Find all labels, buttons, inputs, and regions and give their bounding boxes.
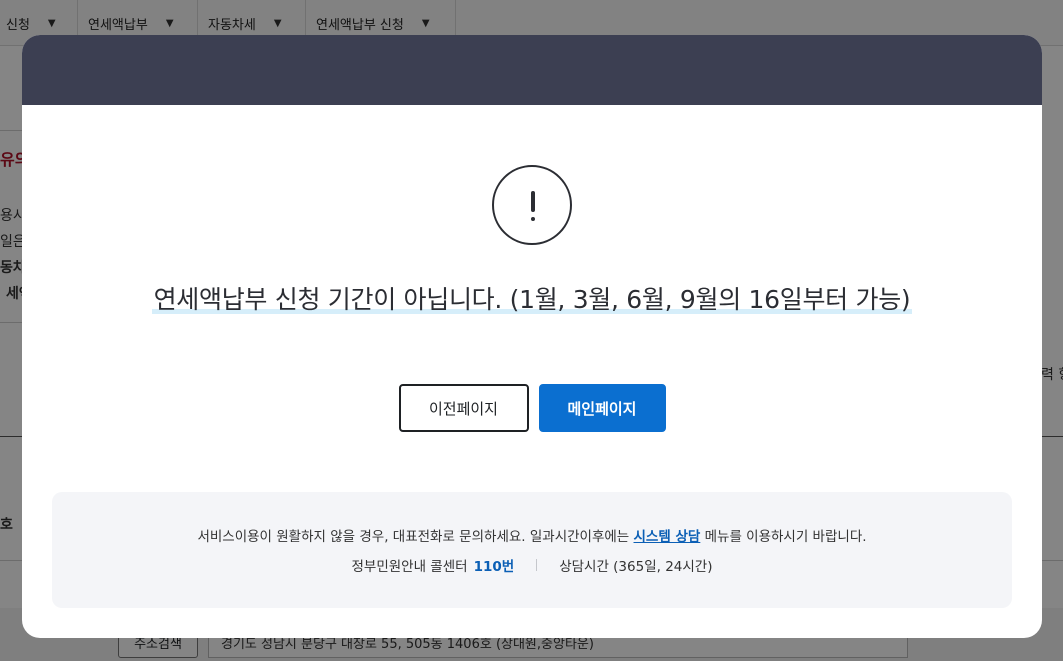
system-consult-link[interactable]: 시스템 상담 — [634, 529, 701, 545]
help-info-box: 서비스이용이 원활하지 않을 경우, 대표전화로 문의하세요. 일과시간이후에는… — [52, 492, 1012, 608]
help-info-prefix: 서비스이용이 원활하지 않을 경우, 대표전화로 문의하세요. 일과시간이후에는 — [197, 529, 634, 545]
modal-header — [22, 35, 1042, 105]
callcenter-line: 정부민원안내 콜센터 110번 상담시간 (365일, 24시간) — [52, 555, 1012, 575]
alert-message: 연세액납부 신청 기간이 아닙니다. (1월, 3월, 6월, 9월의 16일부… — [22, 280, 1042, 316]
divider — [536, 559, 538, 571]
exclamation-icon — [492, 165, 572, 245]
callcenter-label: 정부민원안내 콜센터 — [351, 559, 468, 575]
consult-hours: 상담시간 (365일, 24시간) — [559, 559, 713, 575]
previous-page-button[interactable]: 이전페이지 — [398, 384, 529, 432]
help-info-line: 서비스이용이 원활하지 않을 경우, 대표전화로 문의하세요. 일과시간이후에는… — [52, 525, 1012, 545]
help-info-suffix: 메뉴를 이용하시기 바랍니다. — [700, 529, 867, 545]
main-page-button[interactable]: 메인페이지 — [538, 384, 666, 432]
modal-button-row: 이전페이지 메인페이지 — [22, 384, 1042, 432]
callcenter-number: 110번 — [473, 559, 515, 575]
alert-message-text: 연세액납부 신청 기간이 아닙니다. (1월, 3월, 6월, 9월의 16일부… — [151, 285, 913, 314]
alert-modal: 연세액납부 신청 기간이 아닙니다. (1월, 3월, 6월, 9월의 16일부… — [22, 35, 1042, 638]
